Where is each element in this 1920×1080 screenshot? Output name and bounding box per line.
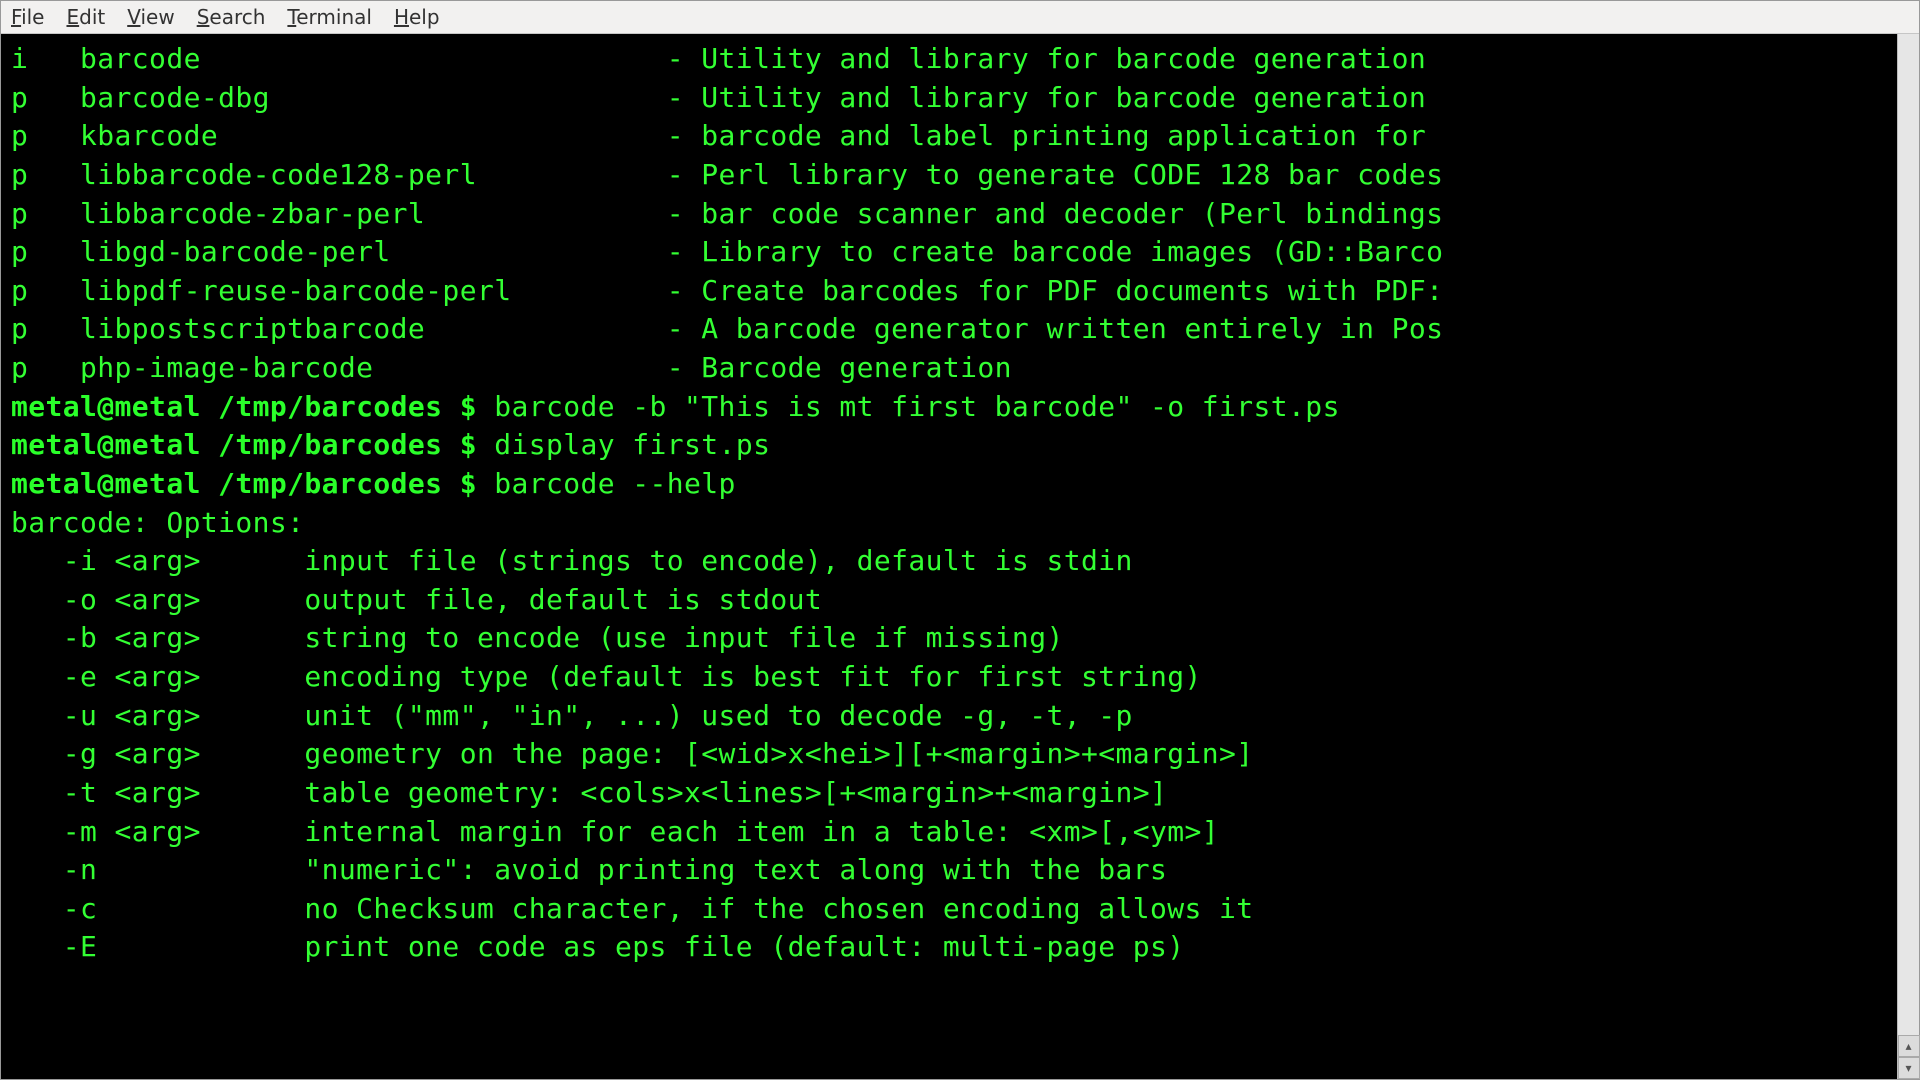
menu-edit[interactable]: Edit	[66, 5, 105, 29]
menu-file[interactable]: File	[11, 5, 44, 29]
scrollbar[interactable]: ▴ ▾	[1897, 34, 1919, 1079]
terminal-output[interactable]: i barcode - Utility and library for barc…	[1, 34, 1897, 1079]
scroll-up-button[interactable]: ▴	[1898, 1035, 1920, 1057]
menu-terminal[interactable]: Terminal	[287, 5, 372, 29]
terminal-window: File Edit View Search Terminal Help i ba…	[0, 0, 1920, 1080]
scroll-down-button[interactable]: ▾	[1898, 1057, 1920, 1079]
terminal-area-wrap: i barcode - Utility and library for barc…	[1, 34, 1919, 1079]
menu-help[interactable]: Help	[394, 5, 440, 29]
menu-search[interactable]: Search	[197, 5, 266, 29]
menubar: File Edit View Search Terminal Help	[1, 1, 1919, 34]
menu-view[interactable]: View	[127, 5, 174, 29]
